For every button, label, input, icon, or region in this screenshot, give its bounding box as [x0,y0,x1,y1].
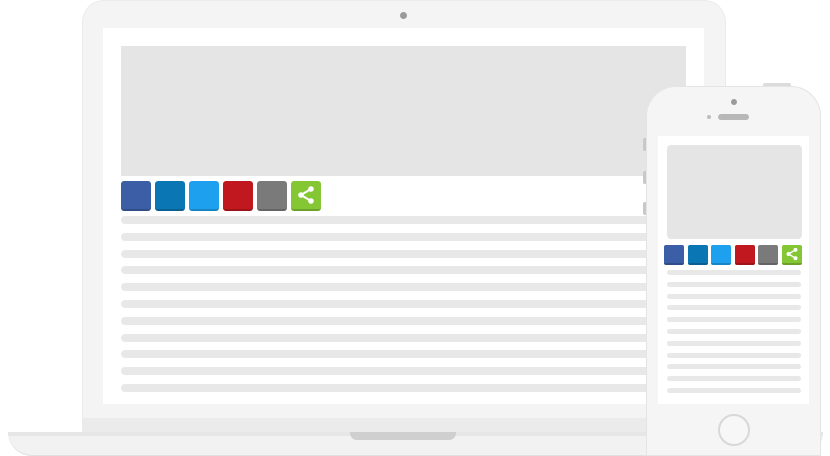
laptop-opening-notch [350,432,456,440]
text-line-placeholder [121,216,661,224]
email-share-button[interactable] [758,245,778,265]
laptop-hero-image-placeholder [121,46,686,176]
text-line-placeholder [121,249,661,258]
text-line-placeholder [667,293,801,299]
pinterest-share-button[interactable] [223,181,253,211]
text-line-placeholder [667,317,801,323]
laptop-lid-bottom [82,418,726,432]
text-line-placeholder [121,232,661,241]
twitter-share-button[interactable] [189,181,219,211]
phone-sensor [707,115,711,119]
laptop-text-placeholder [121,216,661,401]
text-line-placeholder [667,270,801,275]
pinterest-share-button[interactable] [734,245,755,265]
text-line-placeholder [121,350,661,359]
text-line-placeholder [667,352,801,358]
share-icon [298,186,314,204]
laptop-camera [400,12,407,19]
facebook-share-button[interactable] [121,181,151,211]
text-line-placeholder [121,266,661,275]
phone-home-button[interactable] [718,414,750,446]
linkedin-share-button[interactable] [155,181,185,211]
text-line-placeholder [667,387,801,393]
phone-camera [731,99,737,105]
email-share-button[interactable] [257,181,287,211]
more-share-button[interactable] [781,245,802,265]
text-line-placeholder [667,305,801,311]
facebook-share-button[interactable] [664,245,684,265]
phone-hero-image-placeholder [667,145,802,239]
text-line-placeholder [121,283,661,292]
text-line-placeholder [667,364,801,370]
text-line-placeholder [121,333,661,342]
text-line-placeholder [121,367,661,376]
text-line-placeholder [667,376,801,382]
more-share-button[interactable] [291,181,321,211]
phone-speaker [718,114,749,120]
text-line-placeholder [121,316,661,325]
text-line-placeholder [121,383,661,392]
laptop-share-bar [121,181,321,211]
twitter-share-button[interactable] [711,245,731,265]
text-line-placeholder [121,299,661,308]
phone-share-bar [664,245,802,265]
text-line-placeholder [667,340,801,346]
share-icon [786,247,797,261]
linkedin-share-button[interactable] [687,245,708,265]
text-line-placeholder [667,328,801,334]
text-line-placeholder [667,281,801,287]
phone-text-placeholder [667,270,801,400]
